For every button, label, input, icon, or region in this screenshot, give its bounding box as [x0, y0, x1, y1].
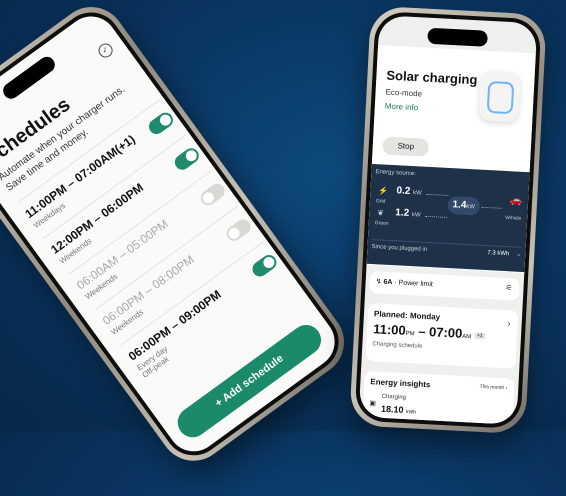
- energy-source-label: Energy source:: [375, 169, 416, 178]
- charger-small-icon: ▣: [369, 400, 377, 408]
- right-phone: Solar charging Eco-mode More info Stop E…: [349, 5, 547, 435]
- amps-value: 6A: [383, 278, 393, 287]
- dynamic-island: [427, 27, 488, 47]
- solar-charging-screen: Solar charging Eco-mode More info Stop E…: [358, 15, 538, 425]
- schedule-toggle[interactable]: [223, 216, 254, 244]
- green-unit: kW: [411, 212, 421, 219]
- power-limit-text: ↯ 6A · Power limit: [375, 278, 434, 289]
- since-value: 7.3 kWh: [487, 250, 510, 258]
- since-plugged-row[interactable]: Since you plugged in 7.3 kWh ⌄: [371, 239, 522, 262]
- schedule-toggle[interactable]: [146, 109, 176, 138]
- schedule-toggle[interactable]: [171, 145, 202, 173]
- vehicle-label: Vehicle: [504, 214, 522, 222]
- metric-unit: kWh: [405, 409, 417, 416]
- total-power-badge: 1.4kW: [447, 195, 481, 216]
- planned-heading: Planned: Monday: [373, 309, 441, 322]
- grid-unit: kW: [412, 190, 422, 197]
- sliders-icon[interactable]: ⚟: [505, 283, 513, 292]
- check-icon[interactable]: ✓: [95, 40, 116, 61]
- mode-label: Eco-mode: [385, 87, 423, 99]
- leaf-icon: ❦: [377, 208, 385, 218]
- insights-heading: Energy insights: [370, 377, 431, 390]
- green-label: Green: [374, 220, 389, 227]
- schedule-toggle[interactable]: [197, 180, 228, 209]
- green-number: 1.2: [395, 207, 410, 219]
- end-time: 07:00: [428, 324, 463, 341]
- chevron-down-icon[interactable]: ⌄: [516, 251, 521, 258]
- grid-value: 0.2 kW: [396, 185, 422, 197]
- flow-line: [481, 206, 502, 209]
- grid-label: Grid: [375, 198, 386, 205]
- grid-number: 0.2: [396, 185, 411, 197]
- start-time: 11:00: [372, 321, 407, 338]
- left-phone: ‹ ✓ Schedules Automate when your charger…: [0, 0, 383, 496]
- metric-label: Charging: [381, 393, 407, 402]
- schedule-toggle[interactable]: [249, 252, 280, 280]
- period-label: This month: [479, 383, 505, 392]
- grid-icon: ⚡: [378, 186, 389, 196]
- stop-button[interactable]: Stop: [382, 136, 430, 157]
- total-number: 1.4: [452, 199, 467, 211]
- insights-period[interactable]: This month ›: [479, 384, 507, 391]
- metric-number: 18.10: [380, 403, 404, 415]
- end-ampm: AM: [462, 333, 472, 341]
- flow-line: [426, 193, 449, 196]
- energy-source-panel: Energy source: ⚡ Grid 0.2 kW ❦ Green 1.2…: [366, 163, 530, 273]
- flow-line: [425, 215, 448, 218]
- start-ampm: PM: [405, 330, 415, 338]
- green-value: 1.2 kW: [395, 207, 421, 219]
- planned-time: 11:00PM – 07:00AM +1: [372, 321, 485, 341]
- energy-insights-card[interactable]: Energy insights This month › ▣ Charging …: [362, 370, 515, 425]
- chevron-right-icon[interactable]: ›: [507, 318, 511, 328]
- total-unit: kW: [466, 203, 476, 211]
- metric-value: 18.10 kWh: [381, 404, 417, 416]
- planned-schedule-card[interactable]: Planned: Monday › 11:00PM – 07:00AM +1 C…: [365, 302, 519, 369]
- power-limit-card[interactable]: ↯ 6A · Power limit ⚟: [369, 270, 521, 301]
- car-icon: 🚗: [509, 195, 523, 207]
- next-day-badge: +1: [474, 332, 485, 339]
- since-label: Since you plugged in: [371, 244, 428, 253]
- planned-subtitle: Charging schedule: [372, 341, 423, 350]
- more-info-link[interactable]: More info: [385, 102, 419, 113]
- charger-icon: [478, 70, 521, 123]
- power-limit-label: Power limit: [398, 279, 434, 289]
